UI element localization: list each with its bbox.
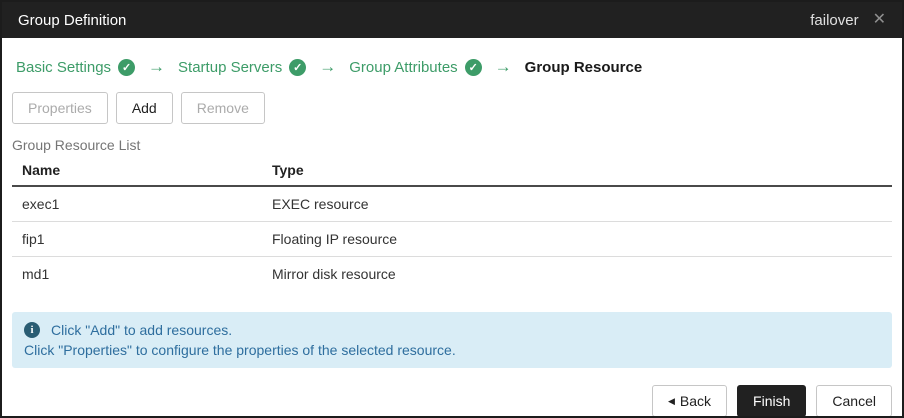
info-line-1: i Click "Add" to add resources. <box>24 320 880 340</box>
column-header-type[interactable]: Type <box>262 156 892 187</box>
step-group-attributes[interactable]: Group Attributes ✓ <box>349 58 482 76</box>
step-group-resource: Group Resource <box>525 59 643 76</box>
resource-type-cell: Mirror disk resource <box>272 266 396 282</box>
info-box: i Click "Add" to add resources. Click "P… <box>12 312 892 368</box>
footer-buttons: ◀ Back Finish Cancel <box>12 385 892 416</box>
properties-button[interactable]: Properties <box>12 92 108 124</box>
arrow-right-icon: → <box>319 57 337 76</box>
resource-type-cell: Floating IP resource <box>262 221 892 257</box>
step-label: Basic Settings <box>16 58 112 76</box>
info-text: Click "Add" to add resources. <box>51 322 233 338</box>
resource-name-cell: exec1 <box>12 186 262 222</box>
step-startup-servers[interactable]: Startup Servers ✓ <box>178 58 307 76</box>
dialog-title: Group Definition <box>18 11 127 29</box>
back-button[interactable]: ◀ Back <box>652 385 728 416</box>
resource-name-cell: md1 <box>22 266 50 282</box>
arrow-right-icon: → <box>148 57 166 76</box>
dialog-content: Basic Settings ✓ → Startup Servers ✓ → G… <box>2 54 902 416</box>
step-label: Group Resource <box>524 58 643 76</box>
group-resource-list-label: Group Resource List <box>12 137 141 153</box>
table-header-row: Name Type <box>12 156 892 187</box>
back-arrow-icon: ◀ <box>668 395 675 406</box>
check-icon: ✓ <box>464 58 482 76</box>
titlebar-right: failover ✕ <box>810 12 886 29</box>
info-icon: i <box>24 322 40 338</box>
column-header-name[interactable]: Name <box>12 156 262 187</box>
wizard-steps: Basic Settings ✓ → Startup Servers ✓ → G… <box>16 54 888 80</box>
table-row[interactable]: md1 Mirror disk resource <box>12 257 892 292</box>
arrow-right-icon: → <box>494 57 512 76</box>
check-icon: ✓ <box>289 58 307 76</box>
step-label: Startup Servers <box>178 58 283 76</box>
add-button[interactable]: Add <box>115 92 173 124</box>
info-line-2: Click "Properties" to configure the prop… <box>24 342 456 358</box>
step-basic-settings[interactable]: Basic Settings ✓ <box>16 58 136 76</box>
back-button-label: Back <box>679 393 712 409</box>
failover-context-label: failover <box>810 11 859 29</box>
finish-button[interactable]: Finish <box>737 385 807 416</box>
close-icon[interactable]: ✕ <box>873 12 886 28</box>
table-row[interactable]: fip1 Floating IP resource <box>12 221 892 257</box>
step-label: Group Attributes <box>349 58 458 76</box>
check-icon: ✓ <box>118 58 136 76</box>
toolbar: Properties Add Remove <box>12 92 892 124</box>
group-definition-dialog: Group Definition failover ✕ Basic Settin… <box>0 0 904 418</box>
resource-name-cell: fip1 <box>12 221 262 257</box>
resource-type-cell: EXEC resource <box>262 186 892 222</box>
remove-button[interactable]: Remove <box>180 92 265 124</box>
table-row[interactable]: exec1 EXEC resource <box>12 186 892 222</box>
titlebar: Group Definition failover ✕ <box>2 2 902 38</box>
cancel-button[interactable]: Cancel <box>816 385 892 416</box>
group-resource-table: Name Type exec1 EXEC resource fip1 Float… <box>12 156 892 291</box>
